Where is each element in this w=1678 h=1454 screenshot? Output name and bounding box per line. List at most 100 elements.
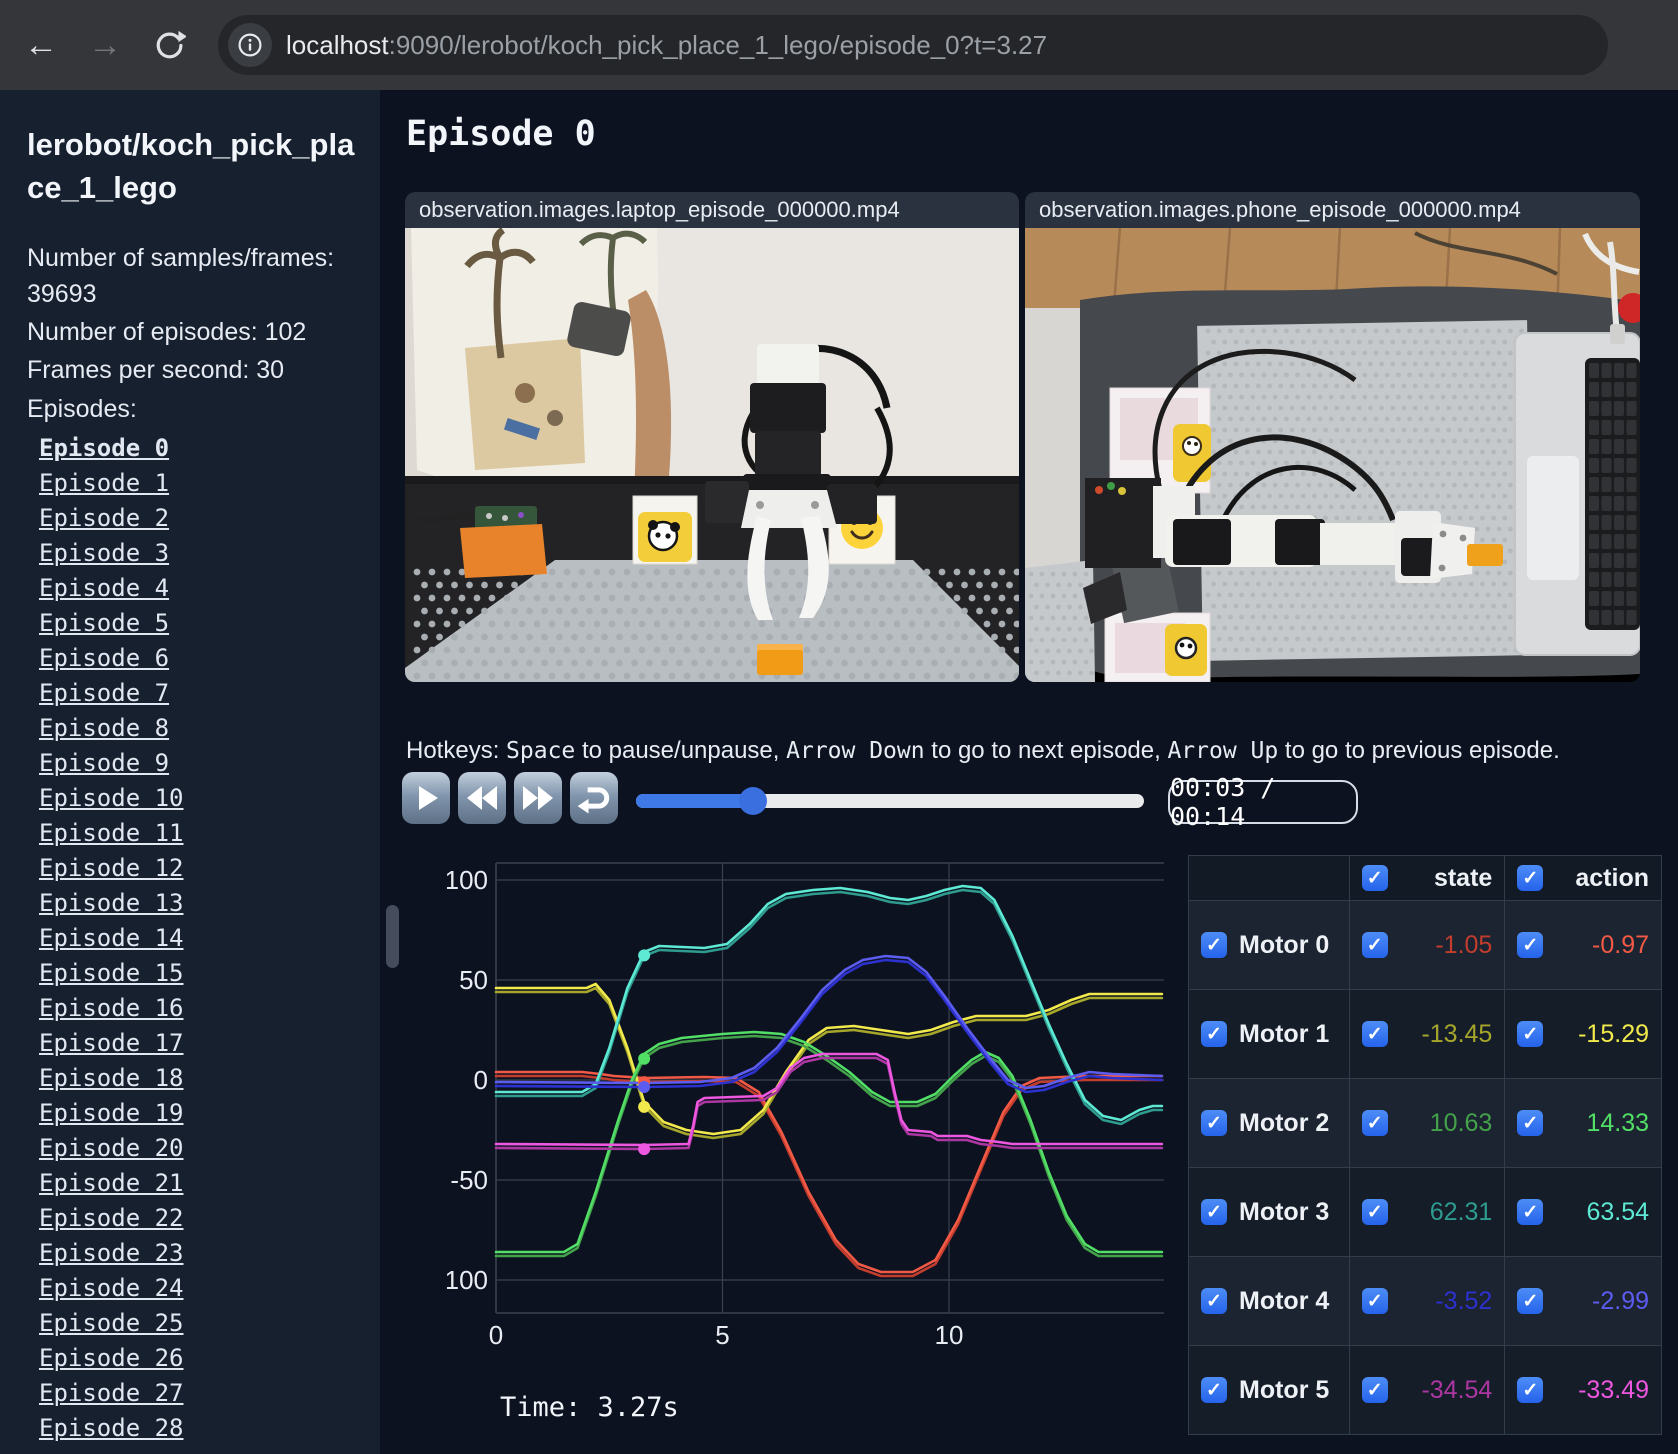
episode-link[interactable]: Episode 27 xyxy=(39,1379,184,1407)
episode-link[interactable]: Episode 20 xyxy=(39,1134,184,1162)
episode-link[interactable]: Episode 5 xyxy=(39,609,169,637)
checkbox[interactable]: ✓ xyxy=(1201,1199,1227,1225)
video-panel-phone[interactable]: observation.images.phone_episode_000000.… xyxy=(1025,192,1640,682)
loop-icon xyxy=(577,787,610,814)
checkbox[interactable]: ✓ xyxy=(1201,1021,1227,1047)
episode-link[interactable]: Episode 13 xyxy=(39,889,184,917)
dataset-stat: Frames per second: 30 xyxy=(27,356,285,385)
motor-action-cell: ✓ -33.49 xyxy=(1504,1345,1662,1435)
motor-state-cell: ✓ -13.45 xyxy=(1348,989,1506,1079)
checkbox[interactable]: ✓ xyxy=(1517,1377,1544,1403)
checkbox[interactable]: ✓ xyxy=(1517,865,1544,891)
video-panel-laptop[interactable]: observation.images.laptop_episode_000000… xyxy=(405,192,1019,682)
episode-list-item: Episode 3 xyxy=(39,536,358,571)
scrollbar-thumb[interactable] xyxy=(386,905,399,968)
episode-link[interactable]: Episode 9 xyxy=(39,749,169,777)
episode-link[interactable]: Episode 0 xyxy=(39,434,169,462)
checkbox[interactable]: ✓ xyxy=(1361,1110,1388,1136)
hotkey-text: to pause/unpause, xyxy=(575,737,787,764)
episode-list-item: Episode 9 xyxy=(39,746,358,781)
site-info-button[interactable] xyxy=(228,23,272,67)
checkbox[interactable]: ✓ xyxy=(1201,1110,1227,1136)
episode-link[interactable]: Episode 12 xyxy=(39,854,184,882)
episode-link[interactable]: Episode 4 xyxy=(39,574,169,602)
motor-name-cell: ✓ Motor 2 xyxy=(1188,1078,1350,1168)
episode-list-item: Episode 25 xyxy=(39,1306,358,1341)
dataset-stat: Number of episodes: 102 xyxy=(27,318,307,347)
play-button[interactable] xyxy=(402,772,450,824)
browser-forward-button[interactable]: → xyxy=(82,22,128,68)
episode-link[interactable]: Episode 8 xyxy=(39,714,169,742)
motor-chart[interactable]: 100500-50-1000510 xyxy=(436,850,1167,1350)
motor-action-value: -15.29 xyxy=(1578,1019,1649,1048)
motor-table: ✓ state ✓ action ✓ Motor 0 ✓ -1.05 ✓ -0.97 ✓ Motor … xyxy=(1188,855,1662,1435)
checkbox[interactable]: ✓ xyxy=(1201,1288,1227,1314)
motor-action-value: 63.54 xyxy=(1586,1197,1649,1226)
episode-list-item: Episode 14 xyxy=(39,921,358,956)
episode-link[interactable]: Episode 22 xyxy=(39,1204,184,1232)
table-row: ✓ Motor 0 ✓ -1.05 ✓ -0.97 xyxy=(1188,900,1662,990)
checkbox[interactable]: ✓ xyxy=(1517,1199,1544,1225)
episode-link[interactable]: Episode 1 xyxy=(39,469,169,497)
checkbox[interactable]: ✓ xyxy=(1361,1199,1388,1225)
motor-state-cell: ✓ -34.54 xyxy=(1348,1345,1506,1435)
seek-slider[interactable] xyxy=(636,787,1144,815)
motor-action-cell: ✓ -2.99 xyxy=(1504,1256,1662,1346)
column-header-label: action xyxy=(1575,863,1649,892)
video-label-laptop: observation.images.laptop_episode_000000… xyxy=(405,192,1019,228)
checkbox[interactable]: ✓ xyxy=(1361,932,1388,958)
checkbox[interactable]: ✓ xyxy=(1201,932,1227,958)
episode-link[interactable]: Episode 2 xyxy=(39,504,169,532)
column-header-action: ✓ action xyxy=(1504,855,1662,901)
episode-link[interactable]: Episode 23 xyxy=(39,1239,184,1267)
episode-list-item: Episode 4 xyxy=(39,571,358,606)
episode-link[interactable]: Episode 24 xyxy=(39,1274,184,1302)
episode-link[interactable]: Episode 3 xyxy=(39,539,169,567)
loop-button[interactable] xyxy=(570,772,618,824)
svg-text:-50: -50 xyxy=(450,1165,488,1195)
checkbox[interactable]: ✓ xyxy=(1361,865,1388,891)
episode-link[interactable]: Episode 10 xyxy=(39,784,184,812)
episode-link[interactable]: Episode 16 xyxy=(39,994,184,1022)
episode-link[interactable]: Episode 21 xyxy=(39,1169,184,1197)
motor-action-value: -33.49 xyxy=(1578,1375,1649,1404)
browser-back-button[interactable]: ← xyxy=(18,22,64,68)
checkbox[interactable]: ✓ xyxy=(1201,1377,1227,1403)
episode-link[interactable]: Episode 18 xyxy=(39,1064,184,1092)
motor-action-value: 14.33 xyxy=(1586,1108,1649,1137)
checkbox[interactable]: ✓ xyxy=(1361,1021,1388,1047)
episode-link[interactable]: Episode 26 xyxy=(39,1344,184,1372)
url-text: localhost:9090/lerobot/koch_pick_place_1… xyxy=(286,30,1047,61)
episode-link[interactable]: Episode 6 xyxy=(39,644,169,672)
checkbox[interactable]: ✓ xyxy=(1361,1288,1388,1314)
hotkey-key: Space xyxy=(506,738,576,764)
episode-link[interactable]: Episode 17 xyxy=(39,1029,184,1057)
browser-reload-button[interactable] xyxy=(146,22,192,68)
url-bar[interactable]: localhost:9090/lerobot/koch_pick_place_1… xyxy=(218,15,1608,75)
motor-state-cell: ✓ -3.52 xyxy=(1348,1256,1506,1346)
checkbox[interactable]: ✓ xyxy=(1517,1110,1544,1136)
checkbox[interactable]: ✓ xyxy=(1517,1021,1544,1047)
episode-link[interactable]: Episode 15 xyxy=(39,959,184,987)
checkbox[interactable]: ✓ xyxy=(1361,1377,1388,1403)
motor-state-cell: ✓ 10.63 xyxy=(1348,1078,1506,1168)
motor-name-cell: ✓ Motor 3 xyxy=(1188,1167,1350,1257)
dataset-title: lerobot/koch_pick_place_1_lego xyxy=(27,127,355,205)
episode-link[interactable]: Episode 14 xyxy=(39,924,184,952)
svg-text:0: 0 xyxy=(474,1065,488,1095)
svg-text:0: 0 xyxy=(489,1320,503,1350)
episode-list-item: Episode 12 xyxy=(39,851,358,886)
rewind-button[interactable] xyxy=(458,772,506,824)
episode-link[interactable]: Episode 19 xyxy=(39,1099,184,1127)
episode-link[interactable]: Episode 28 xyxy=(39,1414,184,1442)
reload-icon xyxy=(156,30,186,59)
checkbox[interactable]: ✓ xyxy=(1517,932,1544,958)
hotkey-key: Arrow Up xyxy=(1167,738,1279,764)
episode-link[interactable]: Episode 7 xyxy=(39,679,169,707)
episode-link[interactable]: Episode 25 xyxy=(39,1309,184,1337)
hotkeys-text: Hotkeys: Space to pause/unpause, Arrow D… xyxy=(406,737,1560,765)
episodes-label: Episodes: xyxy=(27,394,137,423)
episode-link[interactable]: Episode 11 xyxy=(39,819,184,847)
checkbox[interactable]: ✓ xyxy=(1517,1288,1544,1314)
fast-forward-button[interactable] xyxy=(514,772,562,824)
